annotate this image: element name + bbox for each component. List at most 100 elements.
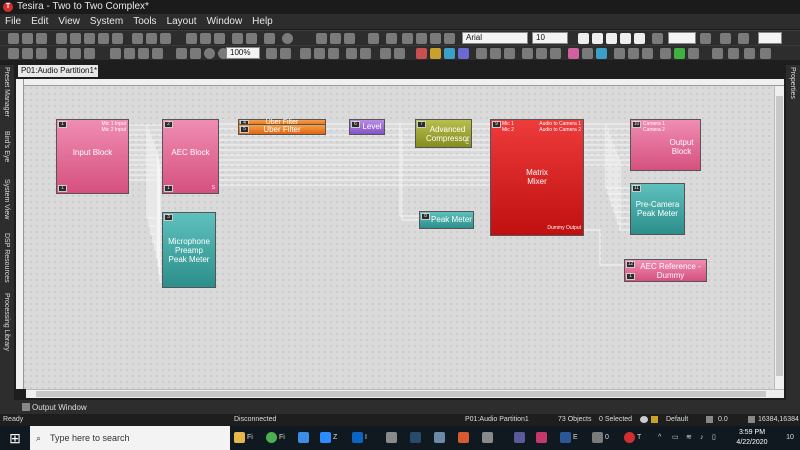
taskbar-app-14[interactable]: 0: [592, 429, 618, 447]
taskbar-search-box[interactable]: ⌕ Type here to search: [30, 426, 230, 450]
block-title: Advanced Compressor: [426, 125, 470, 143]
output-window-icon: [22, 403, 30, 411]
app-icon: [434, 431, 445, 443]
app-icon: [482, 431, 493, 443]
app-icon: [592, 431, 603, 443]
app-icon: [514, 431, 525, 443]
chrome-icon: [266, 431, 277, 443]
output-pin-labels: Camera 1 Camera 2: [643, 121, 665, 133]
block-title: Input Block: [72, 148, 113, 157]
status-ready: Ready: [3, 416, 24, 423]
scroll-thumb[interactable]: [36, 391, 766, 397]
block-title: AEC Reference - Dummy: [640, 262, 701, 280]
taskbar-battery-icon[interactable]: ▯: [712, 429, 722, 447]
clock-time: 3:59 PM: [738, 429, 766, 436]
pre-camera-peak-meter[interactable]: 11 Pre-Camera Peak Meter: [630, 183, 685, 235]
aec-reference-dummy-block[interactable]: 12 AEC Reference - Dummy 1: [624, 259, 707, 282]
status-connection: Disconnected: [234, 416, 277, 423]
taskbar-app-6[interactable]: [386, 429, 412, 447]
status-object-count: 73 Objects: [558, 416, 592, 423]
matrix-input-labels: Mic 1 Mic 2: [502, 121, 514, 133]
scroll-thumb[interactable]: [776, 96, 783, 376]
taskbar-wifi-icon[interactable]: ≋: [686, 429, 696, 447]
block-number: 1: [58, 121, 67, 128]
block-number: 9: [492, 121, 501, 128]
status-value: 0.0: [718, 416, 728, 423]
clock-date: 4/22/2020: [736, 439, 768, 446]
app-icon: [536, 431, 547, 443]
block-number: 7: [417, 121, 426, 128]
status-bar: Ready Disconnected P01:Audio Partition1 …: [0, 414, 800, 426]
tesira-icon: [624, 431, 635, 443]
level-block[interactable]: 6 Level: [349, 119, 385, 135]
search-icon: ⌕: [36, 433, 42, 443]
vertical-scrollbar[interactable]: [774, 86, 784, 389]
windows-start-icon[interactable]: ⊞: [0, 426, 30, 450]
output-block[interactable]: 10 Camera 1 Camera 2 Output Block: [630, 119, 701, 171]
outlook-icon: [352, 431, 363, 443]
block-number: 8: [421, 213, 430, 220]
taskbar-app-7[interactable]: [410, 429, 436, 447]
block-title: AEC Block: [171, 148, 210, 157]
block-number: 2: [164, 121, 173, 128]
coords-icon: [748, 416, 755, 423]
block-number: 6: [351, 121, 360, 128]
status-coordinates: 16384,16384: [758, 416, 799, 423]
uber-filter-block-2[interactable]: 5 Uber Filter: [238, 124, 326, 135]
matrix-mixer-block[interactable]: 9 Mic 1 Mic 2 Audio to Camera 1 Audio to…: [490, 119, 584, 236]
taskbar-tesira[interactable]: T: [624, 429, 650, 447]
taskbar-outlook[interactable]: I: [352, 429, 378, 447]
microphone-preamp-peak-meter[interactable]: 3 Microphone Preamp Peak Meter: [162, 212, 216, 288]
block-foot-number: 1: [164, 185, 173, 192]
taskbar-app-8[interactable]: [434, 429, 460, 447]
eye-icon[interactable]: [640, 416, 648, 423]
value-icon: [706, 416, 713, 423]
folder-icon: [234, 431, 245, 443]
peak-meter-block[interactable]: 8 Peak Meter: [419, 211, 474, 229]
advanced-compressor-block[interactable]: 7 Advanced Compressor C: [415, 119, 472, 148]
input-block[interactable]: 1 Mic 1 Input Mic 2 Input Input Block 1: [56, 119, 129, 194]
app-icon: [386, 431, 397, 443]
block-number: 3: [164, 214, 173, 221]
windows-taskbar: ⊞ ⌕ Type here to search Fi Fi Z I E 0 T …: [0, 426, 800, 450]
block-foot-number: 1: [58, 185, 67, 192]
block-foot-number: 1: [626, 273, 635, 280]
app-icon: [458, 431, 469, 443]
status-preset[interactable]: Default: [666, 416, 688, 423]
taskbar-word[interactable]: E: [560, 429, 586, 447]
block-title: Level: [362, 122, 382, 131]
taskbar-app-12[interactable]: [536, 429, 562, 447]
zoom-icon: [320, 431, 331, 443]
block-foot-label: C: [465, 140, 469, 146]
output-window-tab[interactable]: Output Window: [32, 403, 87, 412]
horizontal-scrollbar[interactable]: [26, 389, 784, 398]
taskbar-file-explorer[interactable]: Fi: [234, 429, 260, 447]
notification-count: 10: [786, 434, 794, 441]
notification-center-icon[interactable]: 10: [782, 429, 798, 447]
output-window-bar: Output Window: [0, 400, 800, 414]
status-selected-count: 0 Selected: [599, 416, 633, 423]
matrix-output-labels: Audio to Camera 1 Audio to Camera 2: [539, 121, 581, 133]
taskbar-chrome[interactable]: Fi: [266, 429, 292, 447]
input-pin-labels: Mic 1 Input Mic 2 Input: [101, 121, 126, 133]
block-title: Matrix Mixer: [526, 168, 548, 186]
app-icon: [410, 431, 421, 443]
block-title: Pre-Camera Peak Meter: [635, 200, 680, 218]
status-partition: P01:Audio Partition1: [465, 416, 529, 423]
aec-block[interactable]: 2 AEC Block 1 S: [162, 119, 219, 194]
search-placeholder: Type here to search: [50, 433, 130, 443]
block-title: Microphone Preamp Peak Meter: [168, 237, 210, 264]
taskbar-zoom[interactable]: Z: [320, 429, 346, 447]
block-title: Uber Filter: [263, 125, 301, 134]
word-icon: [560, 431, 571, 443]
taskbar-clock[interactable]: 3:59 PM 4/22/2020: [728, 428, 776, 448]
block-number: 12: [626, 261, 635, 268]
block-number: 5: [240, 126, 249, 133]
taskbar-chevron-icon[interactable]: ^: [658, 429, 668, 447]
taskbar-app-10[interactable]: [482, 429, 508, 447]
block-title: Peak Meter: [431, 215, 472, 224]
taskbar-network-icon[interactable]: ▭: [672, 429, 682, 447]
taskbar-volume-icon[interactable]: ♪: [700, 429, 710, 447]
taskbar-app-9[interactable]: [458, 429, 484, 447]
block-number: 11: [632, 185, 641, 192]
